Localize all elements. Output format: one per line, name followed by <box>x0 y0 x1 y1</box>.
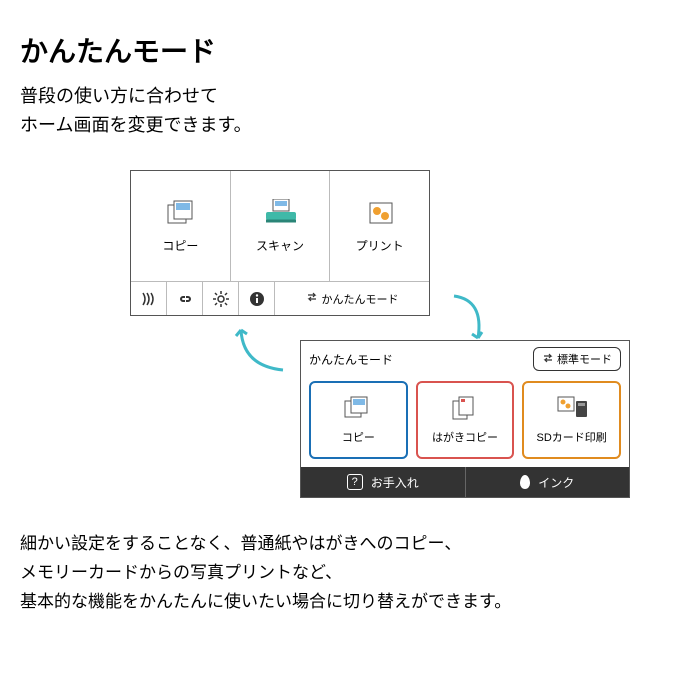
wireless-icon[interactable] <box>131 282 167 315</box>
tile-label: プリント <box>356 237 404 254</box>
standard-mode-button[interactable]: 標準モード <box>533 347 621 371</box>
tile-label: コピー <box>342 429 375 445</box>
info-icon[interactable] <box>239 282 275 315</box>
footer-description: 細かい設定をすることなく、普通紙やはがきへのコピー、 メモリーカードからの写真プ… <box>20 530 680 617</box>
tile-sd-print[interactable]: SDカード印刷 <box>522 381 621 459</box>
arrow-up-icon <box>225 320 295 380</box>
button-label: インク <box>538 474 574 491</box>
scan-icon <box>264 199 296 227</box>
subtitle-line: ホーム画面を変更できます。 <box>20 115 252 135</box>
standard-mode-screen: コピー スキャン プリント <box>130 170 430 316</box>
gear-icon[interactable] <box>203 282 239 315</box>
tile-scan[interactable]: スキャン <box>231 171 331 281</box>
tile-label: はがきコピー <box>432 429 498 445</box>
copy-icon <box>164 199 196 227</box>
maintenance-button[interactable]: ? お手入れ <box>301 467 466 497</box>
tile-postcard-copy[interactable]: はがきコピー <box>416 381 515 459</box>
swap-icon <box>542 352 554 367</box>
footer-line: 基本的な機能をかんたんに使いたい場合に切り替えができます。 <box>20 592 511 611</box>
question-icon: ? <box>347 474 363 490</box>
tile-copy[interactable]: コピー <box>309 381 408 459</box>
mode-label: かんたんモード <box>322 291 399 307</box>
tile-label: SDカード印刷 <box>537 429 607 445</box>
easy-mode-title: かんたんモード <box>309 351 393 368</box>
print-icon <box>364 199 396 227</box>
page-title: かんたんモード <box>20 30 680 70</box>
tile-copy[interactable]: コピー <box>131 171 231 281</box>
mode-switch-button[interactable]: かんたんモード <box>275 282 429 315</box>
tile-label: コピー <box>162 237 198 254</box>
easy-mode-screen: かんたんモード 標準モード コピー はがきコピー SDカード印刷 <box>300 340 630 498</box>
tile-print[interactable]: プリント <box>330 171 429 281</box>
swap-icon <box>306 291 318 306</box>
link-icon[interactable] <box>167 282 203 315</box>
page-subtitle: 普段の使い方に合わせて ホーム画面を変更できます。 <box>20 82 680 140</box>
button-label: お手入れ <box>371 474 419 491</box>
footer-line: メモリーカードからの写真プリントなど、 <box>20 563 342 582</box>
postcard-icon <box>449 395 481 423</box>
ink-button[interactable]: インク <box>466 467 630 497</box>
ink-drop-icon <box>520 475 530 489</box>
subtitle-line: 普段の使い方に合わせて <box>20 86 218 106</box>
footer-line: 細かい設定をすることなく、普通紙やはがきへのコピー、 <box>20 534 461 553</box>
copy-icon <box>342 395 374 423</box>
tile-label: スキャン <box>256 237 304 254</box>
sd-print-icon <box>556 395 588 423</box>
button-label: 標準モード <box>557 351 612 367</box>
